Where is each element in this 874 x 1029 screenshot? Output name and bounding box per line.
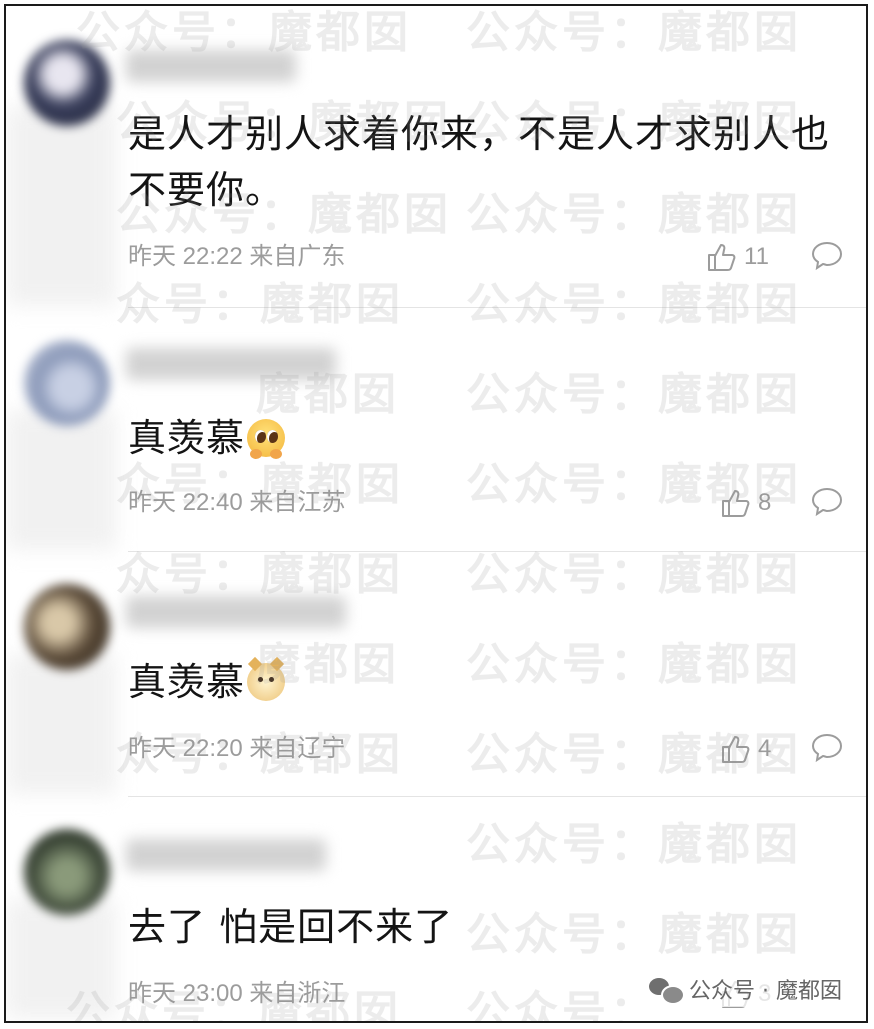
comment-item: 是人才别人求着你来，不是人才求别人也不要你。 昨天 22:22 来自广东 11 bbox=[6, 6, 866, 310]
blurred-region bbox=[6, 899, 116, 1019]
pleading-face-emoji bbox=[247, 419, 286, 459]
blurred-region bbox=[6, 410, 116, 550]
avatar[interactable] bbox=[24, 340, 110, 426]
wechat-icon bbox=[649, 976, 686, 1005]
comment-item: 真羡慕 昨天 22:40 来自江苏 8 bbox=[6, 310, 866, 554]
comment-bubble-icon bbox=[811, 487, 843, 517]
avatar[interactable] bbox=[24, 40, 110, 126]
like-count: 8 bbox=[758, 489, 772, 516]
comment-text: 真羡慕 bbox=[128, 416, 246, 460]
doge-emoji bbox=[247, 656, 286, 701]
reply-button[interactable] bbox=[810, 732, 844, 768]
comment-screenshot: 是人才别人求着你来，不是人才求别人也不要你。 昨天 22:22 来自广东 11 … bbox=[4, 4, 868, 1023]
username-blurred[interactable] bbox=[126, 596, 346, 628]
comment-location: 来自浙江 bbox=[249, 980, 346, 1007]
thumbs-up-icon bbox=[708, 244, 736, 271]
wechat-account-badge: 公众号 · 魔都囡 bbox=[645, 971, 846, 1007]
comment-text-row: 真羡慕 bbox=[128, 410, 858, 466]
wechat-account-label: 公众号 · 魔都囡 bbox=[689, 979, 842, 1004]
comment-time: 昨天 22:22 bbox=[128, 243, 243, 270]
blurred-region bbox=[6, 654, 116, 794]
comment-location: 来自江苏 bbox=[249, 489, 346, 516]
username-blurred[interactable] bbox=[126, 50, 296, 82]
divider bbox=[128, 551, 866, 552]
comment-text: 真羡慕 bbox=[128, 660, 246, 704]
comment-meta: 昨天 23:00 来自浙江 bbox=[128, 979, 345, 1009]
comment-text-row: 真羡慕 bbox=[128, 654, 858, 710]
comment-location: 来自辽宁 bbox=[249, 735, 346, 762]
username-blurred[interactable] bbox=[126, 348, 336, 380]
avatar[interactable] bbox=[24, 584, 110, 670]
comment-time: 昨天 23:00 bbox=[128, 980, 243, 1007]
thumbs-up-icon bbox=[722, 736, 750, 763]
comment-meta: 昨天 22:40 来自江苏 bbox=[128, 488, 345, 518]
avatar[interactable] bbox=[24, 829, 110, 915]
blurred-region bbox=[6, 106, 116, 306]
like-count: 11 bbox=[744, 243, 769, 270]
reply-button[interactable] bbox=[810, 486, 844, 522]
thumbs-up-icon bbox=[722, 490, 750, 517]
comment-meta: 昨天 22:22 来自广东 bbox=[128, 242, 345, 272]
comment-item: 真羡慕 昨天 22:20 来自辽宁 4 bbox=[6, 554, 866, 799]
comment-meta: 昨天 22:20 来自辽宁 bbox=[128, 734, 345, 764]
comment-time: 昨天 22:20 bbox=[128, 735, 243, 762]
like-count: 4 bbox=[758, 735, 772, 762]
comment-bubble-icon bbox=[811, 241, 843, 271]
comment-bubble-icon bbox=[811, 733, 843, 763]
like-button[interactable]: 4 bbox=[720, 734, 771, 764]
comment-text: 去了 怕是回不来了 bbox=[128, 905, 454, 949]
divider bbox=[128, 307, 866, 308]
comment-text: 是人才别人求着你来，不是人才求别人也不要你。 bbox=[128, 112, 831, 212]
divider bbox=[128, 796, 866, 797]
like-button[interactable]: 8 bbox=[720, 488, 771, 518]
reply-button[interactable] bbox=[810, 240, 844, 276]
username-blurred[interactable] bbox=[126, 839, 326, 871]
comment-time: 昨天 22:40 bbox=[128, 489, 243, 516]
comment-location: 来自广东 bbox=[249, 243, 346, 270]
like-button[interactable]: 11 bbox=[706, 242, 769, 272]
